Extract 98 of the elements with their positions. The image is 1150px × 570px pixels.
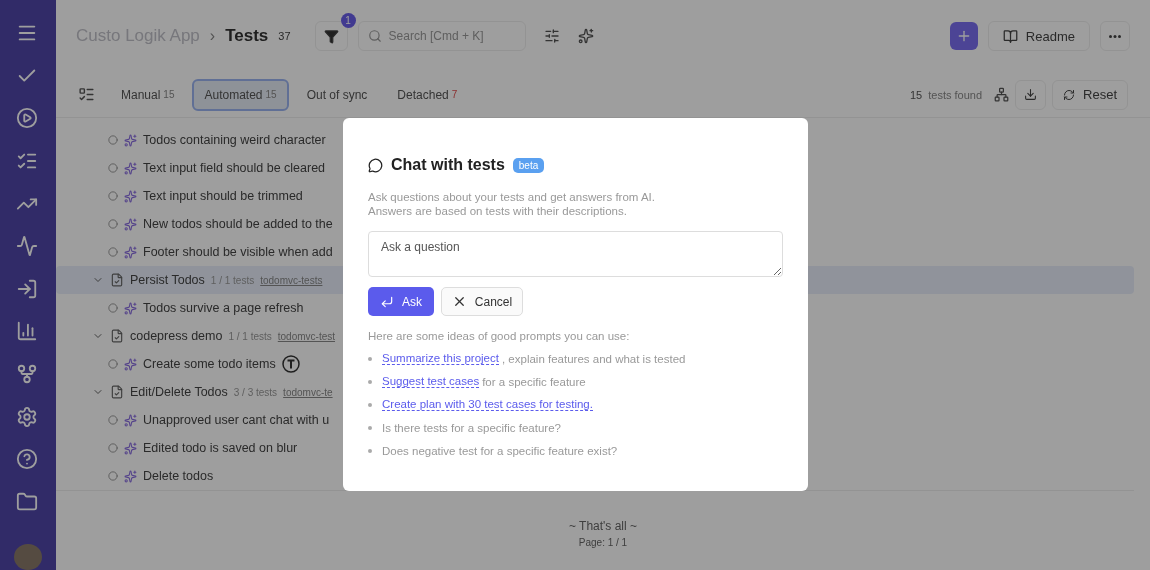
test-title[interactable]: Create some todo items: [143, 357, 276, 371]
automation-icon: [124, 301, 137, 315]
search-icon: [367, 29, 382, 43]
status-circle-icon: [108, 163, 118, 173]
bullet-icon: [368, 379, 372, 384]
page-title: Tests: [225, 26, 269, 46]
more-button[interactable]: [1100, 21, 1130, 51]
refresh-icon: [1063, 88, 1076, 101]
download-button[interactable]: [1015, 79, 1047, 110]
file-icon: [110, 273, 124, 287]
prompt-text: for a specific feature: [482, 375, 586, 388]
readme-button[interactable]: Readme: [987, 21, 1090, 51]
filter-tab[interactable]: Out of sync: [294, 78, 380, 111]
test-title[interactable]: Edited todo is saved on blur: [143, 441, 298, 455]
tree-view-icon[interactable]: [994, 87, 1010, 102]
dialog-title: Chat with tests: [391, 156, 505, 174]
status-circle-icon: [108, 303, 118, 313]
file-icon: [110, 385, 124, 399]
book-icon: [1002, 28, 1018, 44]
settings-sliders-icon[interactable]: [543, 28, 560, 44]
filter-tab[interactable]: Automated 15: [192, 78, 289, 111]
search-field[interactable]: Search [Cmd + K]: [357, 21, 526, 51]
download-icon: [1024, 88, 1038, 101]
more-icon: [1109, 34, 1121, 38]
status-circle-icon: [108, 359, 118, 369]
status-circle-icon: [108, 443, 118, 453]
reset-button[interactable]: Reset: [1052, 79, 1128, 110]
prompt-link[interactable]: Summarize this project: [382, 352, 499, 365]
sparkles-icon[interactable]: [577, 28, 594, 44]
filter-tab[interactable]: Detached 7: [385, 78, 470, 111]
automation-icon: [124, 245, 137, 259]
suite-title[interactable]: Persist Todos: [130, 273, 205, 287]
status-circle-icon: [108, 191, 118, 201]
bullet-icon: [368, 425, 372, 430]
bullet-icon: [368, 356, 372, 361]
test-title[interactable]: Todos containing weird character: [143, 133, 326, 147]
automation-icon: [124, 133, 137, 147]
bullet-icon: [368, 448, 372, 453]
help-icon[interactable]: [16, 448, 38, 471]
test-title[interactable]: Text input field should be cleared: [143, 161, 326, 175]
breadcrumb-separator: ›: [209, 27, 216, 45]
fork-icon[interactable]: [16, 363, 38, 386]
automation-icon: [124, 189, 137, 203]
repo-link[interactable]: todomvc-test: [277, 330, 336, 342]
prompt-text: Does negative test for a specific feature exist?: [382, 444, 618, 457]
filter-tab[interactable]: Manual 15: [109, 78, 187, 111]
repo-link[interactable]: todomvc-te: [283, 386, 333, 398]
automation-icon: [124, 161, 137, 175]
enter-icon: [380, 294, 394, 309]
automation-icon: [124, 469, 137, 483]
add-button[interactable]: [949, 22, 978, 50]
suite-title[interactable]: Edit/Delete Todos: [130, 385, 228, 399]
filter-button[interactable]: [314, 21, 348, 51]
play-icon[interactable]: [16, 107, 38, 130]
found-count: 15: [909, 88, 923, 101]
settings-icon[interactable]: [16, 405, 38, 428]
test-count: 1 / 1 tests: [228, 330, 272, 342]
status-circle-icon: [108, 135, 118, 145]
prompts-intro: Here are some ideas of good prompts you can use:: [368, 330, 631, 342]
select-all-icon[interactable]: [78, 86, 95, 103]
page-number: Page: 1 / 1: [578, 537, 628, 548]
filter-icon: [323, 28, 339, 44]
activity-icon[interactable]: [16, 235, 38, 258]
beta-badge: beta: [512, 157, 545, 173]
automation-icon: [124, 441, 137, 455]
cancel-button[interactable]: Cancel: [441, 287, 523, 316]
test-count: 37: [278, 30, 291, 42]
automation-icon: [124, 357, 137, 371]
test-count: 3 / 3 tests: [233, 386, 278, 398]
automation-icon: [124, 217, 137, 231]
chat-bubble-icon: [368, 157, 383, 173]
prompt-text: Is there tests for a specific feature?: [382, 421, 561, 434]
ask-button[interactable]: Ask: [368, 287, 434, 316]
prompt-link[interactable]: Suggest test cases: [382, 375, 480, 388]
test-title[interactable]: Delete todos: [143, 469, 214, 483]
bullet-icon: [368, 402, 372, 407]
end-of-list-text: ~ That's all ~: [568, 519, 638, 533]
suite-title[interactable]: codepress demo: [130, 329, 223, 343]
description-text: Answers are based on tests with their descriptions.: [368, 205, 628, 217]
question-field[interactable]: Ask a question: [368, 231, 783, 277]
found-label: tests found: [928, 88, 983, 101]
status-circle-icon: [108, 415, 118, 425]
test-title[interactable]: Footer should be visible when add: [143, 245, 333, 259]
test-title[interactable]: Todos survive a page refresh: [143, 301, 304, 315]
status-circle-icon: [108, 247, 118, 257]
test-title[interactable]: New todos should be added to the: [143, 217, 333, 231]
test-count: 1 / 1 tests: [210, 274, 255, 286]
description-text: Ask questions about your tests and get answers from AI.: [368, 191, 656, 203]
automation-icon: [124, 413, 137, 427]
file-icon: [110, 329, 124, 343]
prompt-link[interactable]: Create plan with 30 test cases for testing.: [382, 398, 593, 411]
status-circle-icon: [108, 471, 118, 481]
import-icon[interactable]: [16, 277, 38, 300]
test-title[interactable]: Text input should be trimmed: [143, 189, 303, 203]
status-circle-icon: [108, 219, 118, 229]
prompt-text: , explain features and what is tested: [501, 352, 686, 365]
test-title[interactable]: Unapproved user cant chat with u: [143, 413, 330, 427]
bar-chart-icon[interactable]: [16, 320, 38, 343]
